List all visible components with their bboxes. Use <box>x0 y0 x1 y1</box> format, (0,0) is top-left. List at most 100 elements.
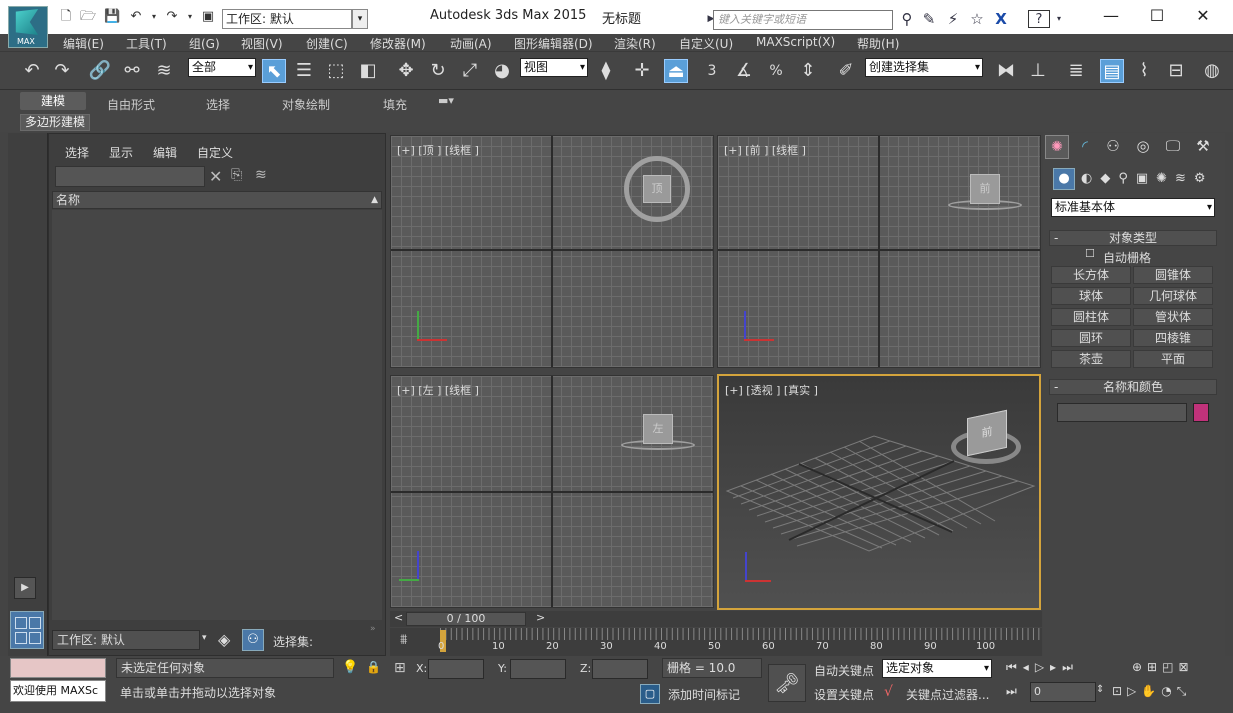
time-tag-icon[interactable]: ▢ <box>640 684 660 704</box>
workspace-dropdown[interactable]: 工作区: 默认 <box>222 9 352 29</box>
menu-group[interactable]: 组(G) <box>189 35 220 52</box>
menu-maxscript[interactable]: MAXScript(X) <box>756 35 835 49</box>
explorer-search-input[interactable] <box>55 166 205 187</box>
angle-snap-icon[interactable]: ∡ <box>732 59 756 83</box>
create-tab-icon[interactable]: ✺ <box>1045 135 1069 159</box>
close-button[interactable]: ✕ <box>1180 4 1226 28</box>
help-button[interactable]: ? <box>1028 10 1050 28</box>
next-frame-icon[interactable]: > <box>536 611 545 624</box>
absolute-mode-icon[interactable]: ⊞ <box>394 660 406 676</box>
viewport-left[interactable]: [+] [左 ] [线框 ] 左 <box>390 375 714 608</box>
maximize-button[interactable]: ☐ <box>1134 4 1180 28</box>
object-type-rollout[interactable]: - 对象类型 <box>1049 230 1217 246</box>
unlink-icon[interactable]: ⚯ <box>120 59 144 83</box>
placement-icon[interactable]: ◕ <box>490 59 514 83</box>
menu-graph-editors[interactable]: 图形编辑器(D) <box>514 35 593 52</box>
material-editor-icon[interactable]: ◍ <box>1200 59 1224 83</box>
keyboard-shortcut-override-icon[interactable]: ⏏ <box>664 59 688 83</box>
move-icon[interactable]: ✥ <box>394 59 418 83</box>
undo-dropdown-icon[interactable]: ▾ <box>146 9 162 25</box>
lock-icon[interactable]: 🔒 <box>366 660 381 674</box>
frame-spinner-icon[interactable]: ⇕ <box>1096 684 1104 695</box>
ribbon-options-icon[interactable]: ▬▾ <box>438 94 454 107</box>
menu-create[interactable]: 创建(C) <box>306 35 348 52</box>
explorer-menu-display[interactable]: 显示 <box>109 144 133 161</box>
bind-spacewarp-icon[interactable]: ≋ <box>152 59 176 83</box>
teapot-button[interactable]: 茶壶 <box>1051 350 1131 368</box>
exchange-x-icon[interactable]: X <box>992 10 1010 28</box>
explorer-menu-edit[interactable]: 编辑 <box>153 144 177 161</box>
geosphere-button[interactable]: 几何球体 <box>1133 287 1213 305</box>
percent-snap-icon[interactable]: % <box>764 59 788 83</box>
utilities-tab-icon[interactable]: ⚒ <box>1191 135 1215 159</box>
viewport-layout-icon[interactable] <box>10 611 44 649</box>
track-bar[interactable]: ⩩ 0 10 20 30 40 50 60 70 80 90 100 <box>390 628 1042 656</box>
undo-icon[interactable]: ↶ <box>128 9 144 25</box>
box-button[interactable]: 长方体 <box>1051 266 1131 284</box>
display-tab-icon[interactable]: 🖵 <box>1161 135 1185 159</box>
object-name-input[interactable] <box>1057 403 1187 422</box>
menu-views[interactable]: 视图(V) <box>241 35 283 52</box>
menu-rendering[interactable]: 渲染(R) <box>614 35 656 52</box>
schematic-view-icon[interactable]: ⊟ <box>1164 59 1188 83</box>
redo-icon[interactable]: ↷ <box>50 59 74 83</box>
cone-button[interactable]: 圆锥体 <box>1133 266 1213 284</box>
explorer-menu-customize[interactable]: 自定义 <box>197 144 233 161</box>
key-mode-dropdown[interactable]: 选定对象 ▾ <box>882 659 992 678</box>
open-file-icon[interactable]: 🗁 <box>80 9 96 25</box>
edit-named-selections-icon[interactable]: ✐ <box>834 59 858 83</box>
menu-customize[interactable]: 自定义(U) <box>679 35 733 52</box>
scale-icon[interactable]: ⤢ <box>458 59 482 83</box>
modify-tab-icon[interactable]: ◜ <box>1073 135 1097 159</box>
set-key-icon[interactable]: 🗝 <box>768 664 806 702</box>
save-icon[interactable]: 💾 <box>104 9 120 25</box>
cylinder-button[interactable]: 圆柱体 <box>1051 308 1131 326</box>
menu-animation[interactable]: 动画(A) <box>450 35 492 52</box>
hierarchy-tab-icon[interactable]: ⚇ <box>1101 135 1125 159</box>
project-folder-icon[interactable]: ▣ <box>200 9 216 25</box>
plane-button[interactable]: 平面 <box>1133 350 1213 368</box>
key-filters-button[interactable]: 关键点过滤器... <box>906 686 989 703</box>
subscription-icon[interactable]: ✎ <box>920 10 938 28</box>
ribbon-tab-modeling[interactable]: 建模 <box>20 92 86 110</box>
sphere-button[interactable]: 球体 <box>1051 287 1131 305</box>
communication-icon[interactable]: ⚡ <box>944 10 962 28</box>
viewcube[interactable]: 前 <box>970 174 1000 204</box>
selection-filter-dropdown[interactable]: 全部 ▾ <box>188 58 256 77</box>
window-crossing-icon[interactable]: ◧ <box>356 59 380 83</box>
help-dropdown-icon[interactable]: ▾ <box>1050 10 1068 28</box>
minimize-button[interactable]: — <box>1088 4 1134 28</box>
keyword-search-input[interactable]: 键入关键字或短语 <box>713 10 893 30</box>
auto-key-button[interactable]: 自动关键点 <box>814 662 874 679</box>
viewport-label[interactable]: [+] [左 ] [线框 ] <box>397 382 479 398</box>
isolate-icon[interactable]: 💡 <box>342 660 358 675</box>
set-key-button[interactable]: 设置关键点 <box>814 686 874 703</box>
mini-curve-editor-icon[interactable]: ⩩ <box>400 632 407 648</box>
viewcube[interactable]: 左 <box>643 414 673 444</box>
category-icons[interactable]: ◐◆⚲▣✺≋⚙ <box>1081 171 1214 186</box>
viewport-nav-bottom[interactable]: ⊡▷✋◔⤡ <box>1112 684 1191 699</box>
viewport-label[interactable]: [+] [顶 ] [线框 ] <box>397 142 479 158</box>
viewport-label[interactable]: [+] [前 ] [线框 ] <box>724 142 806 158</box>
explorer-list[interactable] <box>52 210 382 620</box>
current-frame-input[interactable]: 0 <box>1030 682 1096 702</box>
align-icon[interactable]: ⊥ <box>1026 59 1050 83</box>
play-expand-icon[interactable]: ▶ <box>14 577 36 599</box>
menu-edit[interactable]: 编辑(E) <box>63 35 104 52</box>
viewport-front[interactable]: [+] [前 ] [线框 ] 前 <box>717 135 1041 368</box>
redo-icon[interactable]: ↷ <box>164 9 180 25</box>
new-file-icon[interactable]: 🗋 <box>58 9 74 25</box>
explorer-column-header[interactable]: 名称 ▲ <box>52 191 382 209</box>
snap-toggle-icon[interactable]: 3 <box>700 59 724 83</box>
hierarchy-icon[interactable]: ⚇ <box>242 629 264 651</box>
scene-explorer-icon[interactable]: ▤ <box>1100 59 1124 83</box>
geometry-icon[interactable]: ● <box>1053 168 1075 190</box>
tube-button[interactable]: 管状体 <box>1133 308 1213 326</box>
layer-explorer-icon[interactable]: ◈ <box>218 630 230 649</box>
spinner-snap-icon[interactable]: ⇕ <box>796 59 820 83</box>
ribbon-tab-selection[interactable]: 选择 <box>206 96 230 113</box>
explorer-menu-select[interactable]: 选择 <box>65 144 89 161</box>
playback-controls[interactable]: ⏮◂▷▸⏭ <box>1006 660 1079 675</box>
curve-editor-icon[interactable]: ⌇ <box>1132 59 1156 83</box>
add-time-tag[interactable]: 添加时间标记 <box>668 686 740 703</box>
